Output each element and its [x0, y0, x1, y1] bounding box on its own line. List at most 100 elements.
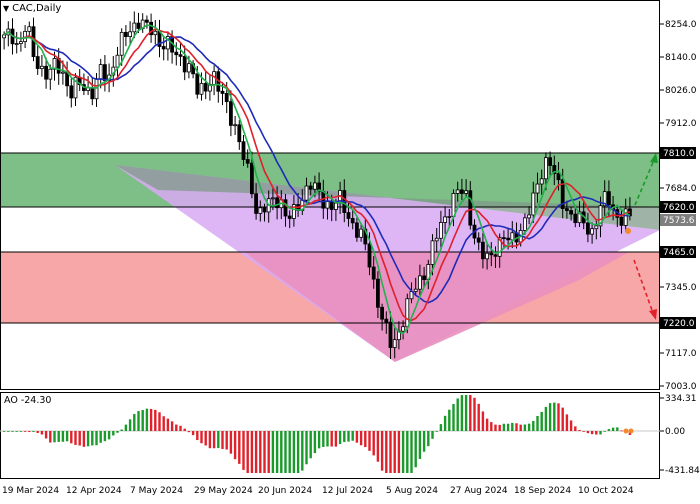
oscillator-tick: 0.00	[665, 427, 685, 437]
oscillator-bar	[229, 431, 233, 454]
oscillator-bar	[250, 431, 254, 473]
oscillator-bar	[418, 431, 422, 459]
price-tick: 8254.0	[665, 20, 697, 30]
candle-body	[275, 197, 280, 209]
oscillator-bar	[406, 431, 409, 473]
oscillator-bar	[456, 398, 459, 431]
oscillator-bar	[616, 427, 619, 431]
oscillator-bar	[607, 429, 611, 431]
oscillator-bar	[485, 418, 489, 431]
oscillator-bar	[317, 431, 321, 449]
oscillator-tick: -431.84	[665, 466, 700, 476]
oscillator-bar	[519, 424, 522, 431]
oscillator-bar	[82, 431, 86, 447]
oscillator-bar	[410, 431, 413, 473]
oscillator-bar	[431, 431, 434, 439]
oscillator-bar	[490, 422, 493, 431]
date-label: 18 Sep 2024	[514, 486, 571, 496]
oscillator-bar	[187, 431, 191, 433]
oscillator-axis: 334.31 0.00 -431.84	[660, 394, 700, 476]
oscillator-bar	[599, 431, 602, 435]
oscillator-bar	[368, 431, 371, 451]
oscillator-bar	[574, 426, 577, 431]
candle-body	[161, 46, 166, 50]
oscillator-bar	[569, 420, 573, 431]
oscillator-bar	[99, 431, 102, 443]
candle-body	[61, 71, 65, 74]
oscillator-bar	[355, 431, 359, 443]
oscillator-bar	[271, 431, 275, 473]
oscillator-bar	[611, 427, 615, 431]
candle-body	[228, 101, 233, 126]
oscillator-bar	[107, 431, 111, 440]
level-label-resistance-upper: 7810.0	[663, 149, 695, 159]
candle-body	[132, 22, 137, 33]
candle-body	[401, 326, 406, 332]
oscillator-bar	[313, 431, 317, 454]
chart-window[interactable]: 8254.0 8140.0 8026.0 7912.0 7684.0 7345.…	[0, 0, 700, 500]
candle-body	[523, 217, 527, 231]
current-price-marker	[625, 228, 631, 234]
oscillator-bar	[233, 431, 237, 460]
oscillator-bar	[385, 431, 388, 473]
oscillator-bar	[305, 431, 308, 465]
candle-body	[607, 191, 611, 206]
oscillator-bar	[162, 416, 165, 431]
oscillator-bar	[595, 431, 598, 435]
oscillator-bar	[473, 397, 476, 431]
chart-title[interactable]: ▼ CAC,Daily	[3, 3, 62, 14]
oscillator-bar	[460, 395, 464, 431]
date-label: 10 Oct 2024	[578, 486, 634, 496]
chart-canvas[interactable]: 8254.0 8140.0 8026.0 7912.0 7684.0 7345.…	[0, 0, 700, 500]
oscillator-bar	[494, 424, 497, 431]
oscillator-bar	[427, 431, 430, 447]
oscillator-bar	[498, 424, 501, 431]
oscillator-bar	[515, 423, 518, 431]
oscillator-label: AO -24.30	[3, 395, 53, 406]
candle-body	[270, 197, 275, 200]
dropdown-triangle-icon[interactable]: ▼	[3, 4, 9, 13]
date-label: 20 Jun 2024	[258, 486, 312, 496]
candle-body	[510, 232, 515, 241]
oscillator-panel[interactable]	[0, 392, 660, 479]
candle-body	[380, 306, 385, 320]
candle-body	[384, 318, 389, 323]
candle-body	[233, 124, 238, 127]
oscillator-bar	[565, 414, 569, 431]
date-label: 5 Aug 2024	[386, 486, 438, 496]
candle-body	[258, 207, 263, 214]
candle-body	[527, 214, 531, 219]
oscillator-bar	[263, 431, 266, 473]
oscillator-bar	[301, 431, 304, 471]
oscillator-bar	[372, 431, 375, 456]
candle-body	[354, 222, 359, 238]
oscillator-bar	[61, 431, 65, 442]
oscillator-bar	[44, 431, 48, 439]
candle-body	[459, 189, 464, 194]
oscillator-bar	[128, 419, 132, 431]
candle-body	[375, 278, 380, 308]
candle-body	[14, 43, 19, 45]
oscillator-bar	[292, 431, 296, 473]
candle-body	[480, 241, 485, 260]
candle-body	[476, 237, 481, 243]
candle-body	[262, 207, 267, 213]
oscillator-bar	[586, 431, 590, 434]
candle-body	[115, 54, 120, 68]
oscillator-bar	[511, 422, 514, 431]
oscillator-bar	[334, 431, 338, 447]
candle-body	[90, 87, 95, 100]
oscillator-bar	[120, 429, 123, 431]
oscillator-bar	[267, 431, 270, 473]
candle-body	[619, 216, 624, 226]
oscillator-bar	[53, 431, 56, 443]
candle-body	[220, 90, 225, 94]
oscillator-bar	[137, 411, 140, 431]
candle-body	[422, 275, 427, 280]
oscillator-bar	[553, 402, 556, 431]
oscillator-bar	[183, 428, 186, 431]
candle-body	[544, 157, 548, 180]
oscillator-bar	[561, 407, 564, 431]
level-label-resistance-lower: 7620.0	[663, 203, 695, 213]
oscillator-bar	[149, 408, 153, 431]
